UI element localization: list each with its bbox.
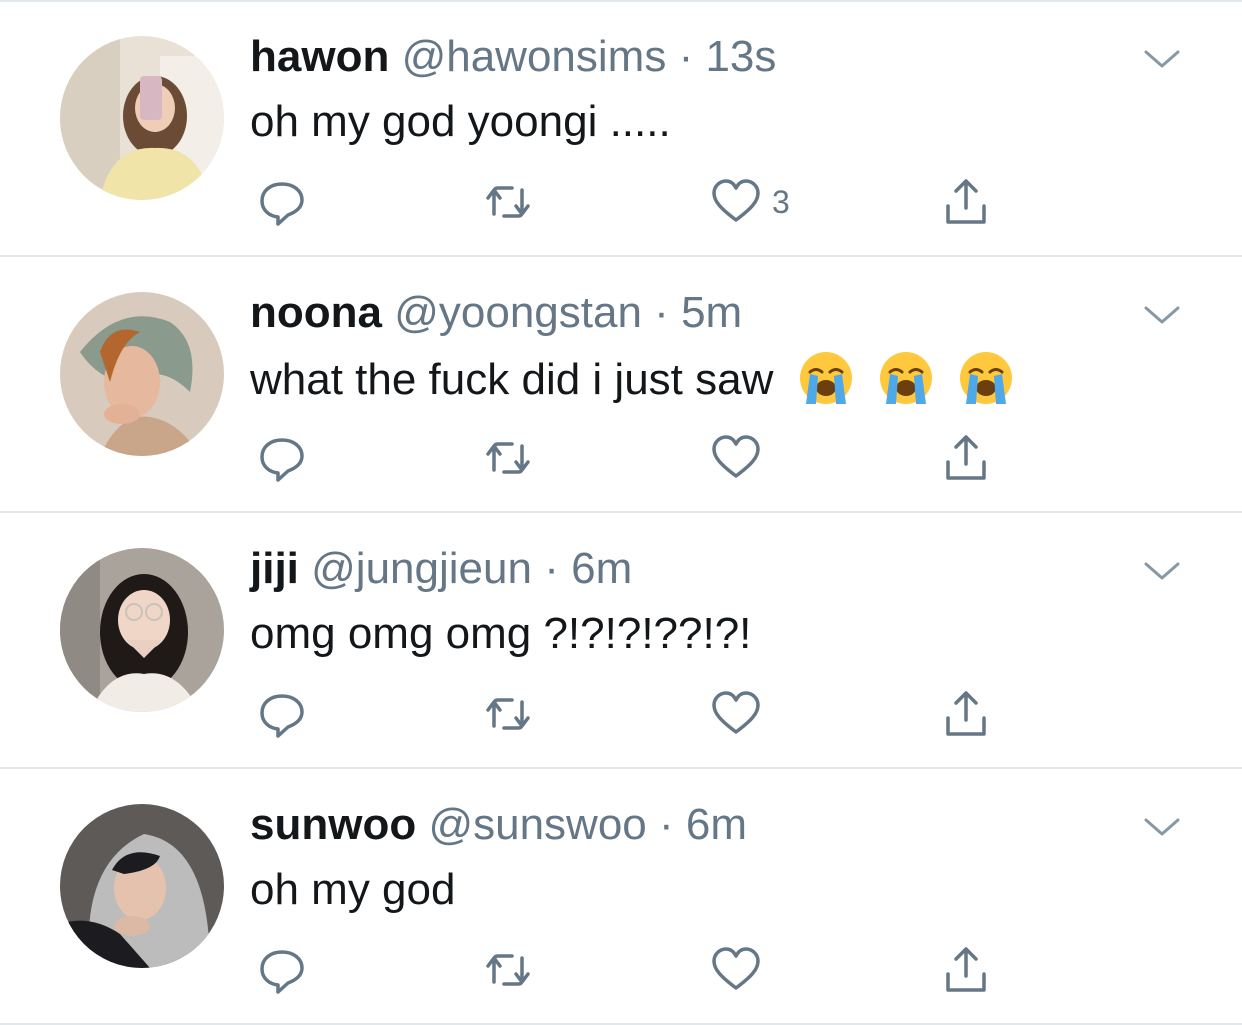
reply-icon [260, 950, 304, 994]
retweet-button[interactable] [482, 944, 534, 996]
reply-button[interactable] [256, 176, 308, 228]
like-button[interactable]: 3 [710, 176, 790, 228]
tweet[interactable]: hawon @hawonsims · 13s oh my god yoongi … [0, 0, 1242, 256]
avatar-image [60, 36, 224, 200]
timestamp[interactable]: 5m [681, 288, 742, 337]
user-handle[interactable]: @yoongstan [394, 288, 642, 337]
avatar-image [60, 804, 224, 968]
timestamp[interactable]: 13s [705, 32, 776, 81]
reply-icon [260, 182, 304, 226]
timeline: hawon @hawonsims · 13s oh my god yoongi … [0, 0, 1242, 1025]
tweet[interactable]: noona @yoongstan · 5m what the fuck did … [0, 256, 1242, 512]
avatar[interactable] [60, 804, 224, 968]
reply-button[interactable] [256, 432, 308, 484]
tweet-actions [250, 432, 1010, 484]
tweet-text: oh my god yoongi ..... [250, 97, 671, 146]
share-icon [946, 947, 986, 992]
retweet-icon [486, 698, 530, 730]
like-button[interactable] [710, 432, 772, 484]
display-name[interactable]: noona [250, 288, 382, 337]
heart-icon [712, 179, 760, 222]
reply-button[interactable] [256, 944, 308, 996]
separator-dot: · [544, 544, 559, 593]
avatar[interactable] [60, 292, 224, 456]
heart-icon [712, 947, 760, 990]
retweet-icon [486, 186, 530, 218]
tweet[interactable]: jiji @jungjieun · 6m omg omg omg ?!?!?!?… [0, 512, 1242, 768]
tweet-actions [250, 944, 1010, 996]
avatar-image [60, 292, 224, 456]
separator-dot: · [678, 32, 694, 81]
reply-icon [260, 694, 304, 738]
tweet-actions [250, 688, 1010, 740]
share-icon [946, 691, 986, 736]
loudly-crying-face-icon [960, 352, 1013, 404]
share-icon [946, 435, 986, 480]
reply-button[interactable] [256, 688, 308, 740]
heart-icon [712, 691, 760, 734]
chevron-down-icon[interactable] [1140, 44, 1184, 74]
timestamp[interactable]: 6m [686, 800, 747, 849]
retweet-icon [486, 954, 530, 986]
user-handle[interactable]: @jungjieun [311, 544, 532, 593]
share-button[interactable] [940, 688, 992, 740]
tweet-text: oh my god [250, 865, 456, 914]
avatar[interactable] [60, 36, 224, 200]
user-handle[interactable]: @sunswoo [428, 800, 646, 849]
separator-dot: · [659, 800, 674, 849]
share-icon [946, 179, 986, 224]
tweet[interactable]: sunwoo @sunswoo · 6m oh my god [0, 768, 1242, 1024]
display-name[interactable]: jiji [250, 544, 299, 593]
chevron-down-icon[interactable] [1140, 812, 1184, 842]
tweet-actions: 3 [250, 176, 1010, 228]
timestamp[interactable]: 6m [571, 544, 632, 593]
avatar[interactable] [60, 548, 224, 712]
share-button[interactable] [940, 176, 992, 228]
like-button[interactable] [710, 688, 772, 740]
retweet-icon [486, 442, 530, 474]
display-name[interactable]: hawon [250, 32, 389, 81]
retweet-button[interactable] [482, 176, 534, 228]
like-button[interactable] [710, 944, 772, 996]
chevron-down-icon[interactable] [1140, 300, 1184, 330]
separator-dot: · [654, 288, 669, 337]
display-name[interactable]: sunwoo [250, 800, 416, 849]
chevron-down-icon[interactable] [1140, 556, 1184, 586]
loudly-crying-face-icon [879, 352, 932, 404]
heart-icon [712, 435, 760, 478]
reply-icon [260, 438, 304, 482]
like-count: 3 [772, 183, 790, 220]
retweet-button[interactable] [482, 432, 534, 484]
user-handle[interactable]: @hawonsims [402, 32, 667, 81]
tweet-text: what the fuck did i just saw [250, 355, 774, 404]
share-button[interactable] [940, 432, 992, 484]
loudly-crying-face-icon [799, 352, 852, 404]
tweet-text: omg omg omg ?!?!?!??!?! [250, 609, 752, 658]
avatar-image [60, 548, 224, 712]
retweet-button[interactable] [482, 688, 534, 740]
share-button[interactable] [940, 944, 992, 996]
